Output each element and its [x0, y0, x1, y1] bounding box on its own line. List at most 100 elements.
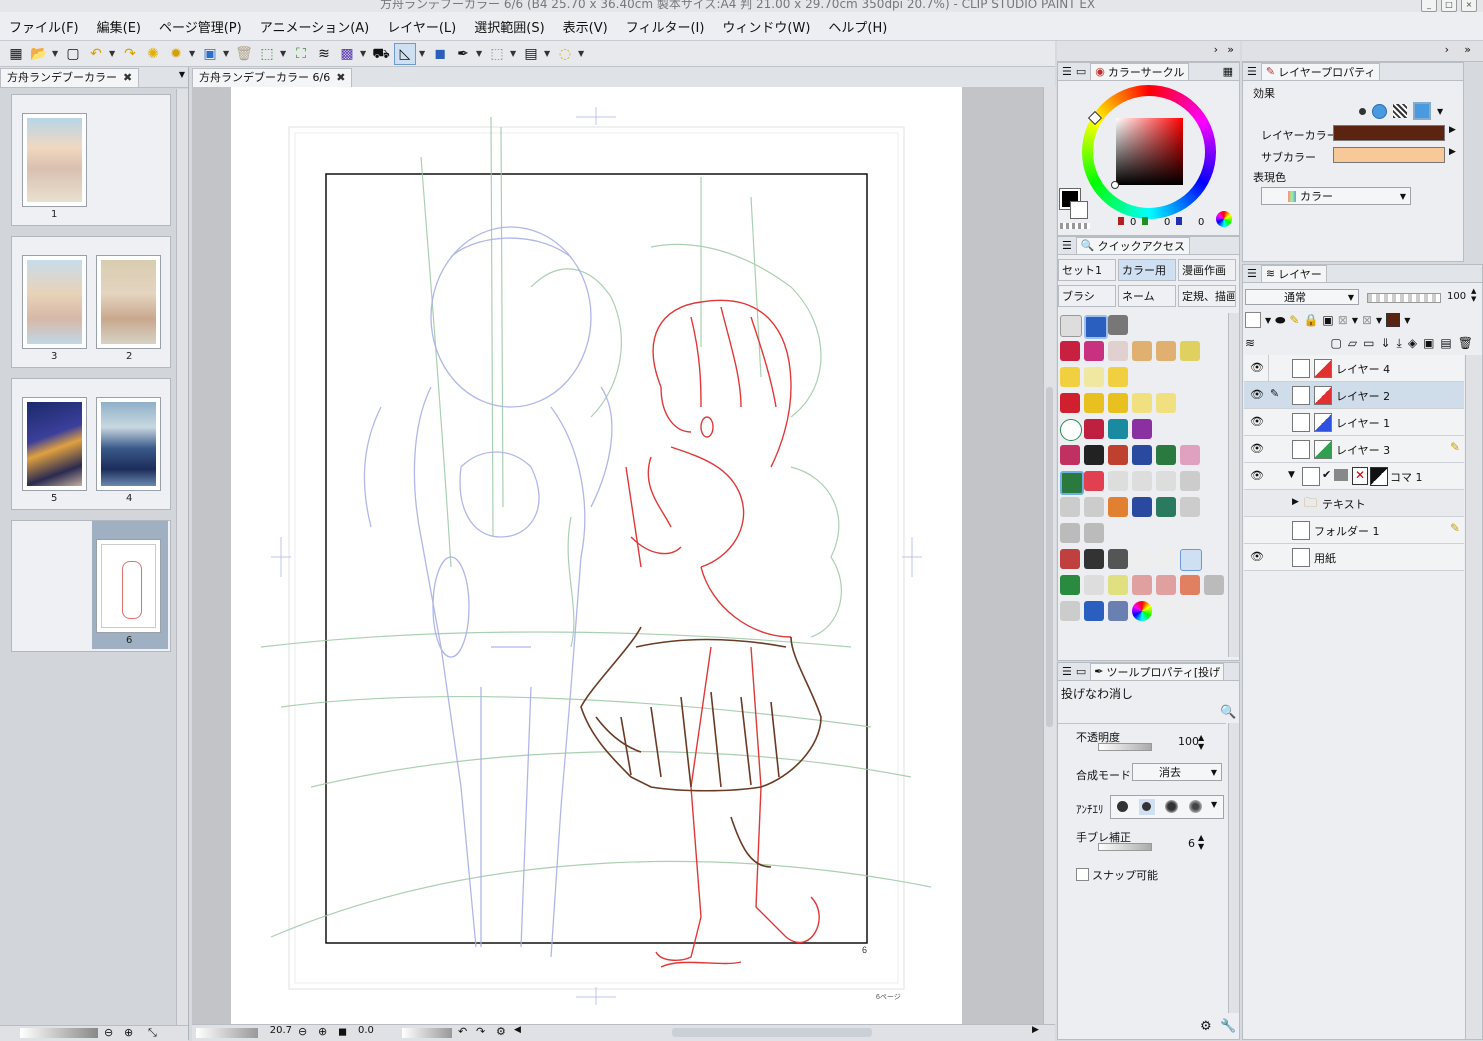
qa-tab-color[interactable]: カラー用	[1118, 259, 1176, 281]
lock-icon[interactable]: 🔒	[1303, 313, 1318, 327]
menu-layer[interactable]: レイヤー(L)	[378, 17, 465, 36]
menu-edit[interactable]: 編集(E)	[88, 17, 150, 36]
layer-settings-icon[interactable]	[1108, 315, 1128, 335]
pen-pink2-icon[interactable]	[1156, 575, 1176, 595]
redo-tool-icon[interactable]	[1084, 367, 1104, 387]
qa-tab-set1[interactable]: セット1	[1058, 259, 1116, 281]
panel-menu-icon[interactable]: ☰	[1062, 665, 1072, 678]
panel-menu-icon[interactable]: ☰	[1062, 65, 1072, 78]
sub-color-swatch[interactable]	[1070, 201, 1088, 219]
tone-effect-icon[interactable]	[1393, 104, 1407, 118]
ruler-link-icon[interactable]: ✎	[1450, 521, 1460, 535]
tool-property-tab[interactable]: ✒ ツールプロパティ[投げ	[1090, 662, 1225, 681]
rotation-value[interactable]: 0.0	[358, 1025, 374, 1036]
quick-access-scrollbar[interactable]	[1228, 313, 1239, 657]
quick-access-tab[interactable]: 🔍 クイックアクセス	[1075, 236, 1191, 255]
scroll-right-icon[interactable]: ▶	[1032, 1025, 1039, 1035]
new-folder-icon[interactable]: ▭	[1363, 336, 1374, 350]
layers-stack-icon[interactable]: ≋	[1245, 336, 1255, 350]
pen-yellow-icon[interactable]	[1108, 575, 1128, 595]
clip-icon[interactable]: ⊠	[1338, 313, 1348, 327]
bucket-icon[interactable]	[1060, 523, 1080, 543]
chevron-down-icon[interactable]: ▼	[1265, 316, 1271, 325]
qa-tab-brush[interactable]: ブラシ	[1058, 285, 1116, 307]
layer-row-paper[interactable]: 👁 用紙	[1244, 544, 1464, 571]
layer-row[interactable]: 👁 レイヤー 3 ✎	[1244, 436, 1464, 463]
layer-new-icon[interactable]: ▣	[200, 44, 220, 64]
display-dropdown-icon[interactable]: ▼	[544, 49, 552, 58]
pen-grey2-icon[interactable]	[1084, 497, 1104, 517]
menu-window[interactable]: ウィンドウ(W)	[713, 17, 819, 36]
panel-menu-icon[interactable]: ☰	[1062, 239, 1072, 252]
menu-view[interactable]: 表示(V)	[554, 17, 617, 36]
ink-blot-icon[interactable]	[1084, 445, 1104, 465]
fill-icon[interactable]: ⛟	[371, 44, 391, 64]
eye-icon[interactable]: 👁	[1250, 415, 1264, 428]
chevron-right-icon[interactable]: ▶	[1449, 147, 1456, 157]
transform-tool-icon[interactable]	[1108, 341, 1128, 361]
lasso-erase-icon-selected[interactable]	[1060, 471, 1084, 495]
collapse-icon[interactable]: ›	[1214, 43, 1218, 56]
antialias-medium-icon[interactable]	[1165, 800, 1178, 813]
qa-tab-manga[interactable]: 漫画作画	[1178, 259, 1236, 281]
rotate-tool-icon[interactable]	[1084, 393, 1104, 413]
ruler-icon[interactable]	[1180, 549, 1202, 571]
scroll-thumb[interactable]	[1046, 387, 1053, 727]
layer-color-icon[interactable]	[1386, 313, 1401, 327]
chevron-down-icon[interactable]: ▼	[1376, 316, 1382, 325]
pencil-tool-icon[interactable]	[1156, 341, 1176, 361]
minimize-button[interactable]: _	[1421, 0, 1437, 12]
collapse-icon[interactable]: ›	[1445, 43, 1449, 56]
thumbnail-size-slider[interactable]	[20, 1028, 98, 1038]
pen-pink-icon[interactable]	[1132, 575, 1152, 595]
menu-page-management[interactable]: ページ管理(P)	[150, 17, 251, 36]
color-history-icon[interactable]: ▦	[1223, 65, 1233, 78]
chevron-down-icon[interactable]: ▼	[1352, 316, 1358, 325]
eye-icon[interactable]: 👁	[1250, 361, 1264, 374]
stabilization-value[interactable]: 6	[1188, 837, 1195, 850]
transform-dropdown-icon[interactable]: ▼	[189, 49, 197, 58]
layer-row[interactable]: 👁 レイヤー 4	[1244, 355, 1464, 382]
lock-transparent-icon[interactable]: ▣	[1322, 313, 1333, 327]
crop-dropdown-icon[interactable]: ▼	[510, 49, 518, 58]
antialias-selector[interactable]: ▼	[1110, 795, 1224, 819]
chevron-down-icon[interactable]: ▼	[1437, 107, 1443, 116]
page-manager-tab[interactable]: 方舟ランデブーカラー ✖	[0, 68, 140, 87]
stabilization-slider[interactable]	[1098, 843, 1152, 851]
layer-tab[interactable]: ≋ レイヤー	[1260, 264, 1327, 283]
ruler-snap-icon[interactable]: ◺	[394, 42, 416, 65]
stamp-tool-icon[interactable]	[1060, 393, 1080, 413]
zoom-out-icon[interactable]: ⊖	[298, 1025, 307, 1038]
panel-menu-icon[interactable]: ☰	[1247, 65, 1257, 78]
page-thumbnail[interactable]	[22, 397, 87, 491]
menu-file[interactable]: ファイル(F)	[0, 17, 88, 36]
eraser-navy-icon[interactable]	[1132, 497, 1152, 517]
blend-mode-select[interactable]: 通常 ▼	[1245, 289, 1359, 305]
color-wheel-icon[interactable]	[1132, 601, 1152, 621]
eraser-hard-icon[interactable]	[1132, 471, 1152, 491]
mask-icon[interactable]: ⬬	[1275, 313, 1285, 328]
layer-row-selected[interactable]: 👁 ✎ レイヤー 2	[1244, 382, 1464, 409]
pen-salmon-icon[interactable]	[1180, 575, 1200, 595]
zoom-slider[interactable]	[196, 1028, 258, 1038]
undo-dropdown-icon[interactable]: ▼	[109, 49, 117, 58]
combine-icon[interactable]: ◈	[1408, 336, 1417, 350]
sparkle-icon[interactable]: ✺	[143, 44, 163, 64]
sub-tool-detail-icon[interactable]: ▭	[1076, 665, 1086, 678]
canvas-area[interactable]: 6 6ページ	[192, 87, 1056, 1024]
layer-panel-scrollbar[interactable]	[1465, 355, 1482, 1039]
layer-row[interactable]: フォルダー 1 ✎	[1244, 517, 1464, 544]
grey-square-icon[interactable]	[1060, 601, 1080, 621]
canvas-vertical-scrollbar[interactable]	[1043, 87, 1056, 1024]
select-tool-icon[interactable]	[1108, 419, 1128, 439]
undo-icon[interactable]: ↶	[86, 44, 106, 64]
fit-icon[interactable]: ⤡	[148, 1026, 157, 1040]
eraser-soft-icon[interactable]	[1108, 471, 1128, 491]
opacity-stepper-icon[interactable]: ▲ ▼	[1471, 287, 1476, 303]
pen-slant-icon[interactable]	[1084, 523, 1104, 543]
collapse-all-icon[interactable]: »	[1464, 43, 1471, 56]
tone-dropdown-icon[interactable]: ▼	[360, 49, 368, 58]
marker-tool-icon[interactable]	[1180, 341, 1200, 361]
saturation-value-square[interactable]	[1116, 118, 1183, 185]
eye-icon[interactable]: 👁	[1250, 388, 1264, 401]
